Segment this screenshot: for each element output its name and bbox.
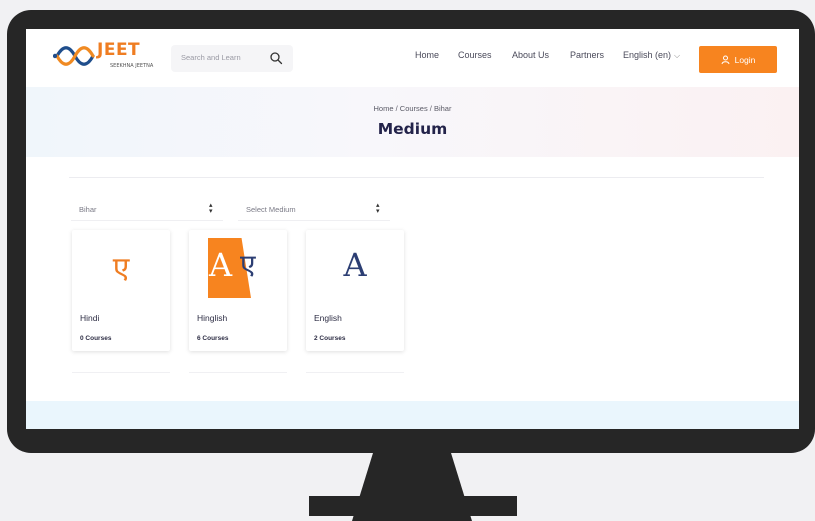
language-dropdown[interactable]: English (en) ⌵ [623, 50, 680, 61]
card-title: English [314, 313, 342, 323]
card-course-count: 2 Courses [314, 335, 346, 342]
hindi-glyph-image: ए [72, 230, 170, 300]
monitor-frame: JEET SEEKHNA JEETNA Search and Learn Hom… [7, 10, 815, 453]
chevron-down-icon: ⌵ [674, 51, 681, 60]
search-box[interactable]: Search and Learn [171, 45, 293, 72]
medium-card-english[interactable]: A English 2 Courses [306, 230, 404, 351]
login-label: Login [734, 54, 756, 65]
logo-tagline: SEEKHNA JEETNA [110, 63, 154, 69]
hinglish-glyph-devanagari: ए [240, 248, 256, 281]
medium-card-hinglish[interactable]: A ए Hinglish 6 Courses [189, 230, 287, 351]
divider [69, 177, 764, 178]
divider [72, 372, 170, 373]
select-arrows-icon: ▴ ▾ [209, 202, 213, 215]
site-header: JEET SEEKHNA JEETNA Search and Learn Hom… [26, 29, 799, 87]
nav-partners[interactable]: Partners [570, 50, 604, 60]
page-hero: Home / Courses / Bihar Medium [26, 87, 799, 157]
user-icon [721, 55, 730, 64]
login-button[interactable]: Login [699, 46, 777, 73]
card-title: Hinglish [197, 313, 228, 323]
divider [306, 372, 404, 373]
hinglish-glyph-image: A ए [189, 230, 287, 300]
monitor-stand-base [309, 496, 517, 516]
breadcrumb[interactable]: Home / Courses / Bihar [26, 104, 799, 113]
footer-band [26, 401, 799, 429]
browser-screen: JEET SEEKHNA JEETNA Search and Learn Hom… [26, 29, 799, 429]
select-arrows-icon: ▴ ▾ [376, 202, 380, 215]
logo-mark-icon [53, 46, 95, 66]
jeet-logo[interactable]: JEET SEEKHNA JEETNA [53, 40, 158, 75]
hinglish-glyph-latin: A [209, 246, 233, 284]
nav-about-us[interactable]: About Us [512, 50, 549, 60]
card-title: Hindi [80, 313, 100, 323]
state-select-value: Bihar [79, 205, 97, 214]
card-course-count: 6 Courses [197, 335, 229, 342]
search-input[interactable]: Search and Learn [181, 53, 241, 62]
search-icon[interactable] [269, 51, 283, 65]
hindi-glyph: ए [112, 251, 130, 286]
english-glyph: A [343, 246, 367, 284]
nav-courses[interactable]: Courses [458, 50, 492, 60]
english-glyph-image: A [306, 230, 404, 300]
language-label: English (en) [623, 50, 672, 60]
state-select[interactable]: Bihar ▴ ▾ [71, 202, 223, 221]
medium-card-hindi[interactable]: ए Hindi 0 Courses [72, 230, 170, 351]
logo-wordmark: JEET [97, 40, 141, 60]
card-course-count: 0 Courses [80, 335, 112, 342]
page-title: Medium [377, 120, 448, 138]
nav-home[interactable]: Home [415, 50, 439, 60]
divider [189, 372, 287, 373]
medium-select-value: Select Medium [246, 205, 296, 214]
medium-select[interactable]: Select Medium ▴ ▾ [238, 202, 390, 221]
